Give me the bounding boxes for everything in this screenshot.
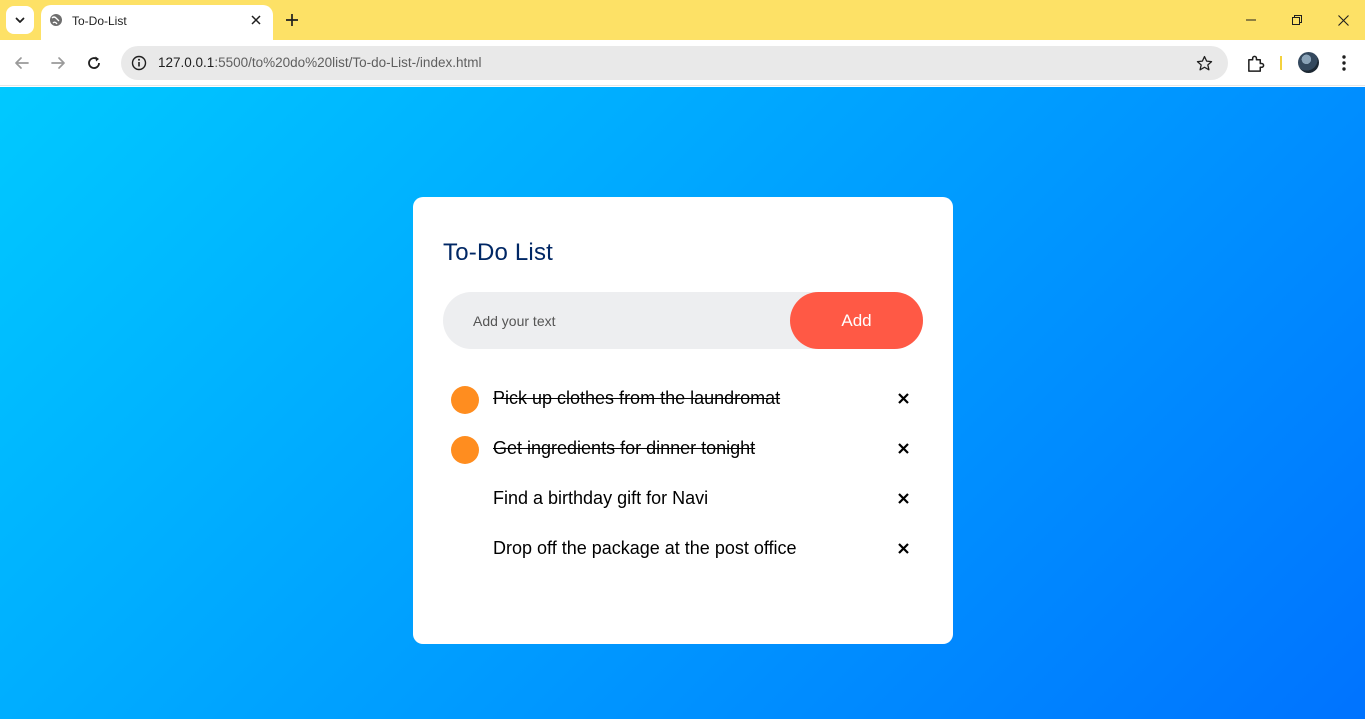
task-input[interactable]: [443, 292, 783, 349]
delete-task-button[interactable]: [892, 387, 914, 409]
restore-icon: [1292, 15, 1302, 25]
task-text[interactable]: Drop off the package at the post office: [493, 538, 797, 559]
browser-toolbar: 127.0.0.1:5500/to%20do%20list/To-do-List…: [0, 40, 1365, 86]
delete-task-button[interactable]: [892, 537, 914, 559]
task-checkbox[interactable]: [451, 536, 479, 564]
extensions-button[interactable]: [1243, 51, 1267, 75]
reload-button[interactable]: [80, 49, 108, 77]
bookmark-button[interactable]: [1194, 53, 1214, 73]
arrow-left-icon: [15, 57, 29, 69]
delete-task-button[interactable]: [892, 487, 914, 509]
browser-menu-button[interactable]: [1334, 51, 1354, 75]
plus-icon: [286, 14, 298, 26]
close-icon: [251, 15, 261, 25]
restore-button[interactable]: [1274, 0, 1320, 40]
site-info-button[interactable]: [127, 51, 151, 75]
close-icon: [897, 442, 909, 454]
task-item[interactable]: Pick up clothes from the laundromat: [443, 375, 923, 425]
url-text: 127.0.0.1:5500/to%20do%20list/To-do-List…: [158, 55, 481, 70]
browser-tab-bar: To-Do-List: [0, 0, 1365, 40]
task-input-row: Add: [443, 292, 923, 349]
browser-tab[interactable]: To-Do-List: [41, 5, 273, 40]
close-window-button[interactable]: [1320, 0, 1365, 40]
task-list: Pick up clothes from the laundromat Get …: [443, 375, 923, 575]
close-icon: [897, 392, 909, 404]
back-button[interactable]: [8, 49, 36, 77]
minimize-icon: [1246, 19, 1256, 21]
more-vertical-icon: [1342, 55, 1346, 71]
address-bar[interactable]: 127.0.0.1:5500/to%20do%20list/To-do-List…: [121, 46, 1228, 80]
delete-task-button[interactable]: [892, 437, 914, 459]
globe-icon: [50, 14, 62, 26]
task-item[interactable]: Find a birthday gift for Navi: [443, 475, 923, 525]
minimize-button[interactable]: [1228, 0, 1274, 40]
todo-card: To-Do List Add Pick up clothes from the …: [413, 197, 953, 644]
arrow-right-icon: [51, 57, 65, 69]
chevron-down-icon: [15, 17, 25, 23]
puzzle-icon: [1247, 55, 1264, 72]
tab-title: To-Do-List: [72, 14, 127, 28]
task-checkbox[interactable]: [451, 436, 479, 464]
reload-icon: [88, 56, 100, 69]
info-icon: [131, 55, 147, 71]
close-icon: [897, 492, 909, 504]
task-item[interactable]: Drop off the package at the post office: [443, 525, 923, 575]
star-icon: [1196, 55, 1212, 70]
new-tab-button[interactable]: [280, 8, 304, 32]
task-text[interactable]: Find a birthday gift for Navi: [493, 488, 708, 509]
task-text[interactable]: Get ingredients for dinner tonight: [493, 438, 755, 459]
task-item[interactable]: Get ingredients for dinner tonight: [443, 425, 923, 475]
tab-close-button[interactable]: [246, 10, 266, 30]
page-title: To-Do List: [443, 239, 554, 266]
forward-button[interactable]: [44, 49, 72, 77]
toolbar-divider: [1280, 56, 1282, 70]
close-icon: [1337, 14, 1349, 26]
url-path: :5500/to%20do%20list/To-do-List-/index.h…: [214, 55, 482, 70]
task-text[interactable]: Pick up clothes from the laundromat: [493, 388, 780, 409]
add-button[interactable]: Add: [790, 292, 923, 349]
url-host: 127.0.0.1: [158, 55, 215, 70]
close-icon: [897, 542, 909, 554]
profile-avatar[interactable]: [1298, 52, 1319, 73]
tab-search-button[interactable]: [6, 6, 34, 34]
task-checkbox[interactable]: [451, 486, 479, 514]
task-checkbox[interactable]: [451, 386, 479, 414]
page-background: To-Do List Add Pick up clothes from the …: [0, 87, 1365, 719]
